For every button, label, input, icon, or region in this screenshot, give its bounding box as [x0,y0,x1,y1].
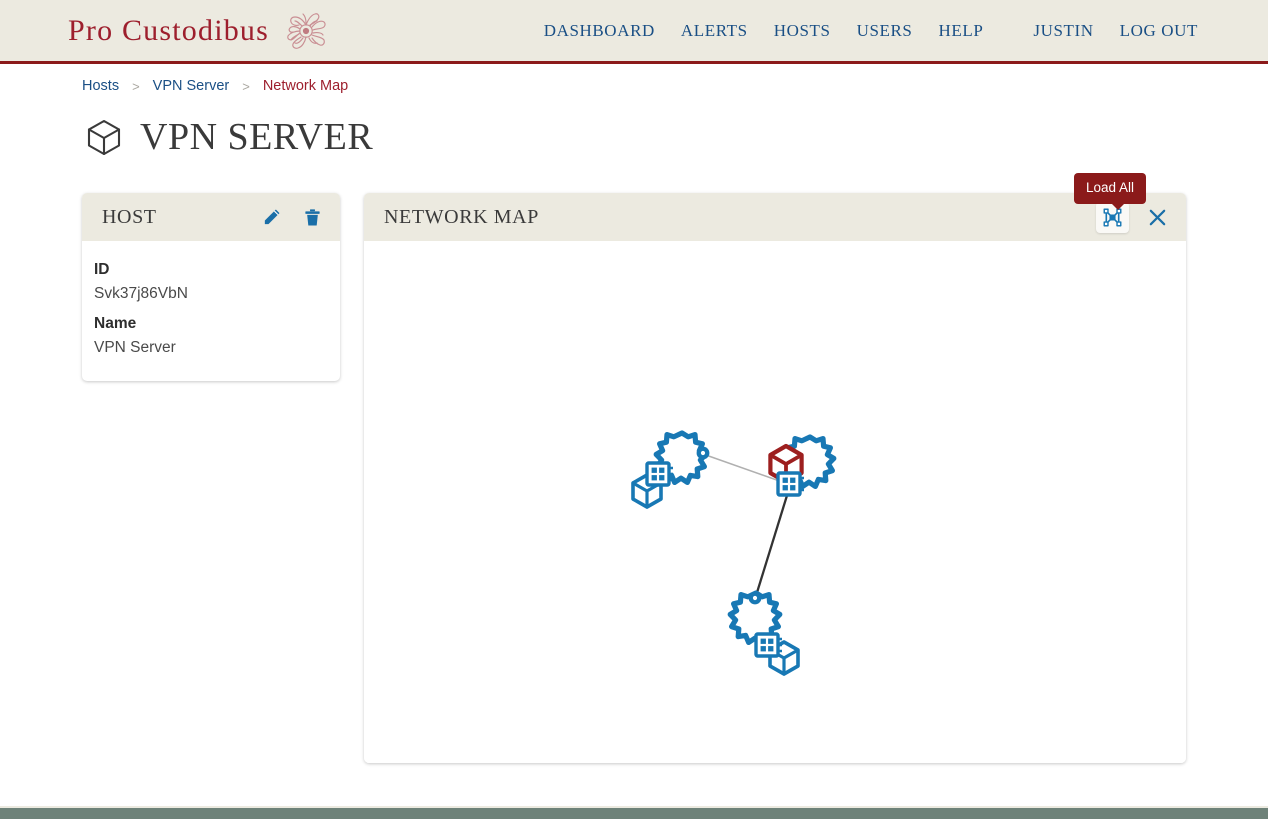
footer-bar [0,808,1268,819]
nav-account-group: Justin Log Out [1033,21,1198,41]
main-navigation: Dashboard Alerts Hosts Users Help Justin… [544,21,1268,41]
medusa-ornament-icon [283,8,329,54]
nav-log-out[interactable]: Log Out [1120,21,1198,41]
pencil-icon [262,208,281,227]
network-map-edge-dark [753,488,791,600]
nav-hosts[interactable]: Hosts [774,21,831,41]
page-title-text: VPN Server [140,116,374,158]
brand-logo[interactable]: Pro Custodibus [68,8,329,54]
host-field-label-id: ID [94,261,110,278]
close-map-button[interactable] [1143,203,1172,232]
host-field-value-id: Svk37j86VbN [94,285,188,302]
delete-host-button[interactable] [299,204,326,231]
breadcrumb-separator: > [242,78,250,94]
nav-justin[interactable]: Justin [1033,21,1093,41]
nav-primary-group: Dashboard Alerts Hosts Users Help [544,21,984,41]
host-card-actions [258,204,326,231]
breadcrumb-item-vpn-server[interactable]: VPN Server [153,78,230,94]
network-map-node-center [770,437,833,497]
host-card-header: Host [82,193,340,241]
host-field-label-name: Name [94,315,137,332]
nav-dashboard[interactable]: Dashboard [544,21,655,41]
host-card-title: Host [102,205,157,228]
nav-users[interactable]: Users [857,21,913,41]
network-map-card-actions [1096,201,1172,233]
network-map-node-bottom [730,592,800,676]
network-map-node-left [631,433,710,509]
network-map-card-header: Network Map [364,193,1186,241]
host-field-value-name: VPN Server [94,339,176,356]
nav-alerts[interactable]: Alerts [681,21,748,41]
network-map-card-title: Network Map [384,205,539,228]
page-title: VPN Server [84,115,373,159]
network-map-card: Network Map [364,193,1186,763]
load-all-tooltip: Load All [1074,173,1147,209]
edit-host-button[interactable] [258,204,285,231]
nav-help[interactable]: Help [938,21,983,41]
close-icon [1147,207,1168,228]
network-map-canvas[interactable] [364,241,1186,763]
network-graph-icon [1102,207,1123,228]
breadcrumb-item-hosts[interactable]: Hosts [82,78,119,94]
cube-icon [84,117,124,157]
top-header-bar: Pro Custodibus DASHBOARD ALERTS HOSTS US… [0,0,1268,64]
breadcrumb-separator: > [132,78,140,94]
brand-name: Pro Custodibus [68,13,270,47]
breadcrumb: Hosts > VPN Server > Network Map [82,78,348,94]
breadcrumb-item-network-map: Network Map [262,78,349,94]
trash-icon [303,208,322,227]
host-card: Host ID [82,193,340,381]
host-card-body: ID Svk37j86VbN Name VPN Server [82,241,340,381]
